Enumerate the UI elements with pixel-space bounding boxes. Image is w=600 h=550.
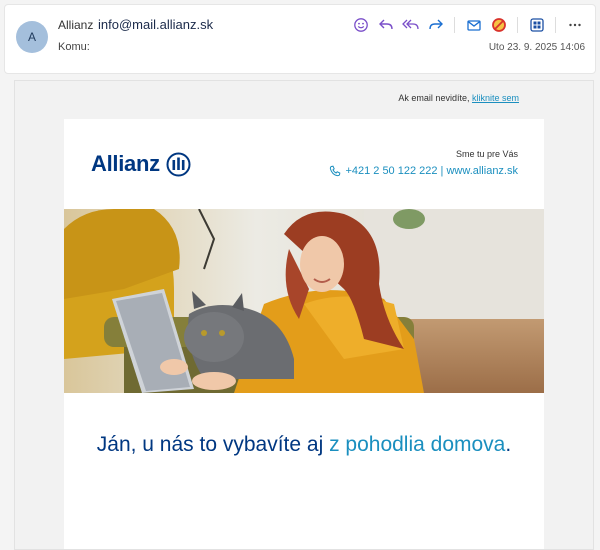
block-sender-button[interactable]	[486, 15, 511, 35]
toolbar-divider	[454, 17, 455, 33]
contact-line-text: +421 2 50 122 222 | www.allianz.sk	[345, 165, 518, 177]
view-online-notice: Ak email nevidíte, kliknite sem	[15, 93, 519, 103]
more-actions-button[interactable]	[562, 15, 587, 35]
forward-icon	[428, 19, 443, 30]
toolbar-divider	[555, 17, 556, 33]
allianz-logo[interactable]: Allianz	[91, 151, 191, 177]
message-body: Ak email nevidíte, kliknite sem Allianz …	[14, 80, 594, 550]
email-reader-window: A Allianz info@mail.allianz.sk Komu: Uto…	[0, 0, 600, 550]
mark-unread-button[interactable]	[461, 15, 486, 35]
sender-avatar[interactable]: A	[16, 21, 48, 53]
apps-icon	[529, 18, 544, 32]
reply-all-button[interactable]	[398, 15, 423, 35]
contact-heading: Sme tu pre Vás	[455, 149, 518, 159]
headline-text: Ján, u nás to vybavíte aj	[96, 433, 330, 456]
headline-end: .	[505, 433, 512, 456]
view-online-text: Ak email nevidíte,	[398, 93, 470, 103]
mail-icon	[466, 20, 481, 31]
woman-with-cat-photo	[64, 209, 544, 393]
toolbar-divider	[517, 17, 518, 33]
sender-email[interactable]: info@mail.allianz.sk	[98, 17, 213, 32]
logo-text: Allianz	[91, 151, 160, 176]
block-icon	[491, 18, 506, 32]
headline-accent[interactable]: z pohodlia domova	[329, 433, 505, 456]
sender-name: Allianz	[58, 18, 94, 32]
emoji-button[interactable]	[348, 15, 373, 35]
phone-icon	[330, 165, 341, 177]
to-label: Komu:	[58, 41, 90, 53]
apps-button[interactable]	[524, 15, 549, 35]
hero-image	[64, 209, 544, 393]
message-toolbar	[348, 15, 587, 35]
emoji-icon	[353, 18, 368, 32]
more-icon	[568, 23, 581, 27]
reply-all-icon	[401, 19, 419, 30]
newsletter-card: Allianz Sme tu pre Vás +421 2 50 122 222…	[64, 119, 544, 549]
allianz-eagle-icon	[166, 152, 191, 176]
headline: Ján, u nás to vybavíte aj z pohodlia dom…	[84, 429, 524, 460]
reply-button[interactable]	[373, 15, 398, 35]
message-date: Uto 23. 9. 2025 14:06	[488, 42, 585, 53]
contact-line[interactable]: +421 2 50 122 222 | www.allianz.sk	[329, 165, 518, 177]
view-online-link[interactable]: kliknite sem	[472, 93, 519, 103]
forward-button[interactable]	[423, 15, 448, 35]
reply-icon	[378, 19, 393, 30]
message-header: A Allianz info@mail.allianz.sk Komu: Uto…	[4, 4, 596, 74]
